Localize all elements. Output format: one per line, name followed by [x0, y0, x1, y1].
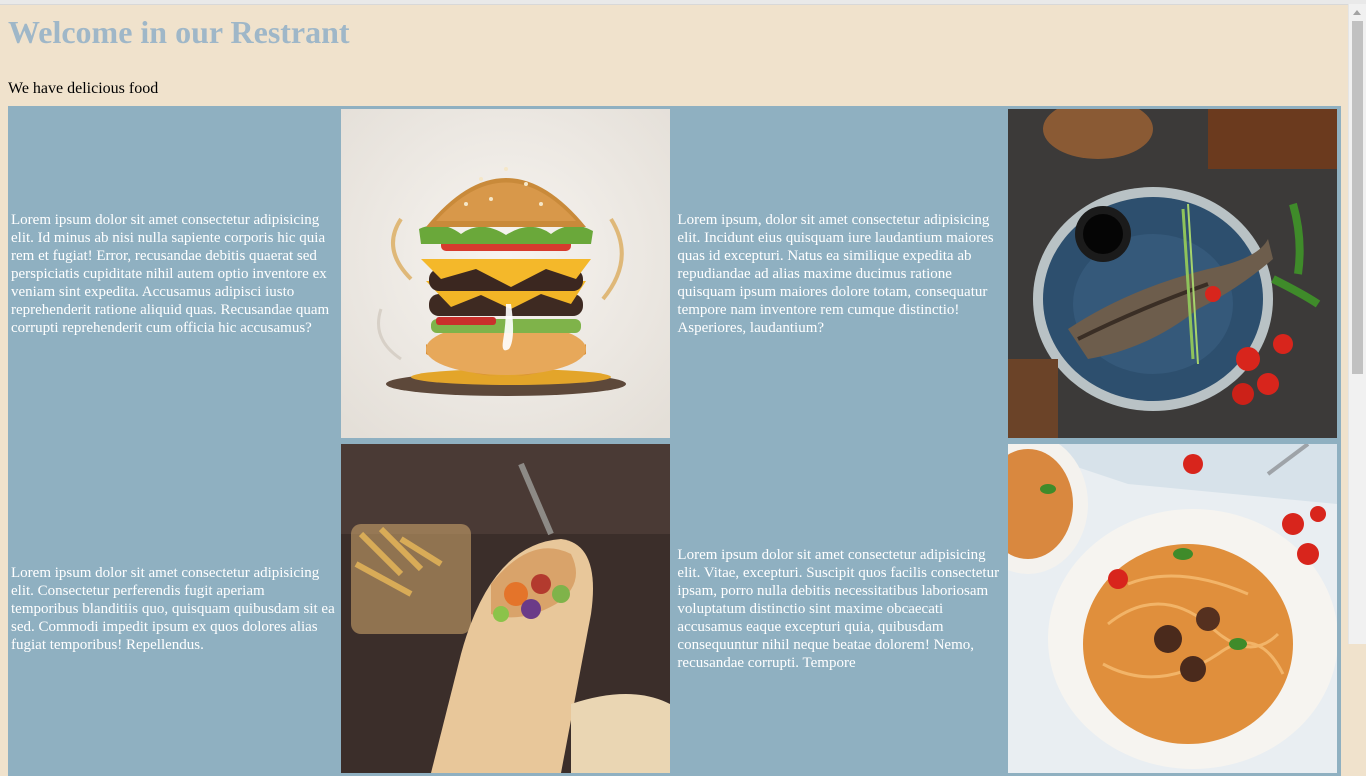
table-row: Lorem ipsum dolor sit amet consectetur a… — [8, 106, 1341, 441]
food-description: Lorem ipsum, dolor sit amet consectetur … — [677, 211, 994, 336]
food-description: Lorem ipsum dolor sit amet consectetur a… — [677, 546, 1000, 671]
table-row: Lorem ipsum dolor sit amet consectetur a… — [8, 441, 1341, 776]
wrap-image — [341, 444, 671, 773]
burger-image — [341, 109, 671, 438]
page-title: Welcome in our Restrant — [8, 14, 350, 50]
food-description: Lorem ipsum dolor sit amet consectetur a… — [11, 211, 330, 336]
food-description: Lorem ipsum dolor sit amet consectetur a… — [11, 564, 335, 653]
page-subtitle: We have delicious food — [8, 80, 159, 97]
scrollbar-thumb[interactable] — [1352, 21, 1363, 374]
food-table: Lorem ipsum dolor sit amet consectetur a… — [8, 106, 1341, 776]
scroll-up-arrow-icon[interactable] — [1349, 4, 1366, 21]
fish-plate-image — [1008, 109, 1337, 438]
page-scrollbar[interactable] — [1348, 4, 1366, 644]
page-content: Welcome in our Restrant We have deliciou… — [8, 5, 1341, 776]
pasta-image — [1008, 444, 1337, 773]
